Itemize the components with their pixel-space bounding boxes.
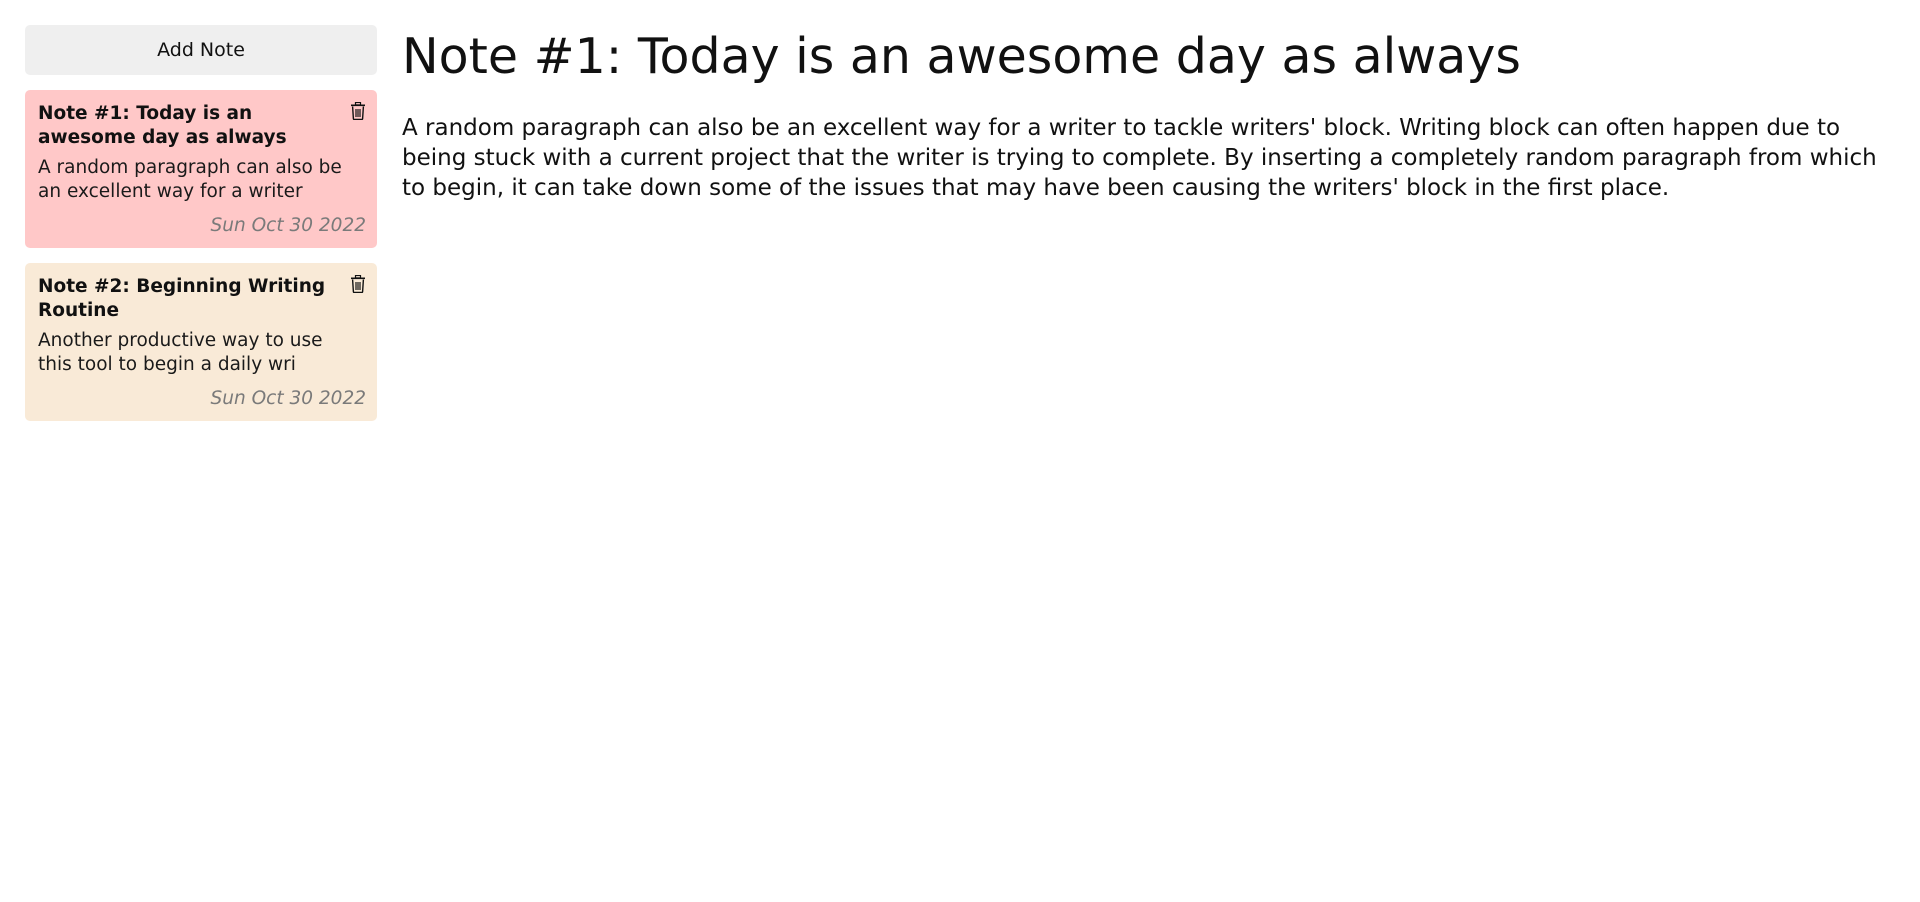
note-preview: A random paragraph can also be an excell… (38, 157, 342, 202)
note-editor: Note #1: Today is an awesome day as alwa… (402, 25, 1882, 203)
note-date: Sun Oct 30 2022 (210, 388, 366, 409)
note-card-2[interactable]: Note #2: Beginning Writing Routine Anoth… (25, 263, 377, 421)
notes-sidebar: Add Note Note #1: Today is an awesome da… (25, 25, 377, 421)
note-body[interactable]: A random paragraph can also be an excell… (402, 113, 1882, 203)
note-preview: Another productive way to use this tool … (38, 330, 323, 375)
note-title: Note #2: Beginning Writing Routine (38, 276, 326, 321)
note-date: Sun Oct 30 2022 (210, 215, 366, 236)
add-note-button[interactable]: Add Note (25, 25, 377, 75)
notes-app: Add Note Note #1: Today is an awesome da… (0, 0, 1920, 902)
note-heading: Note #1: Today is an awesome day as alwa… (402, 28, 1521, 85)
note-card-1[interactable]: Note #1: Today is an awesome day as alwa… (25, 90, 377, 248)
note-title: Note #1: Today is an awesome day as alwa… (38, 103, 287, 148)
trash-icon[interactable] (350, 275, 366, 293)
trash-icon[interactable] (350, 102, 366, 120)
